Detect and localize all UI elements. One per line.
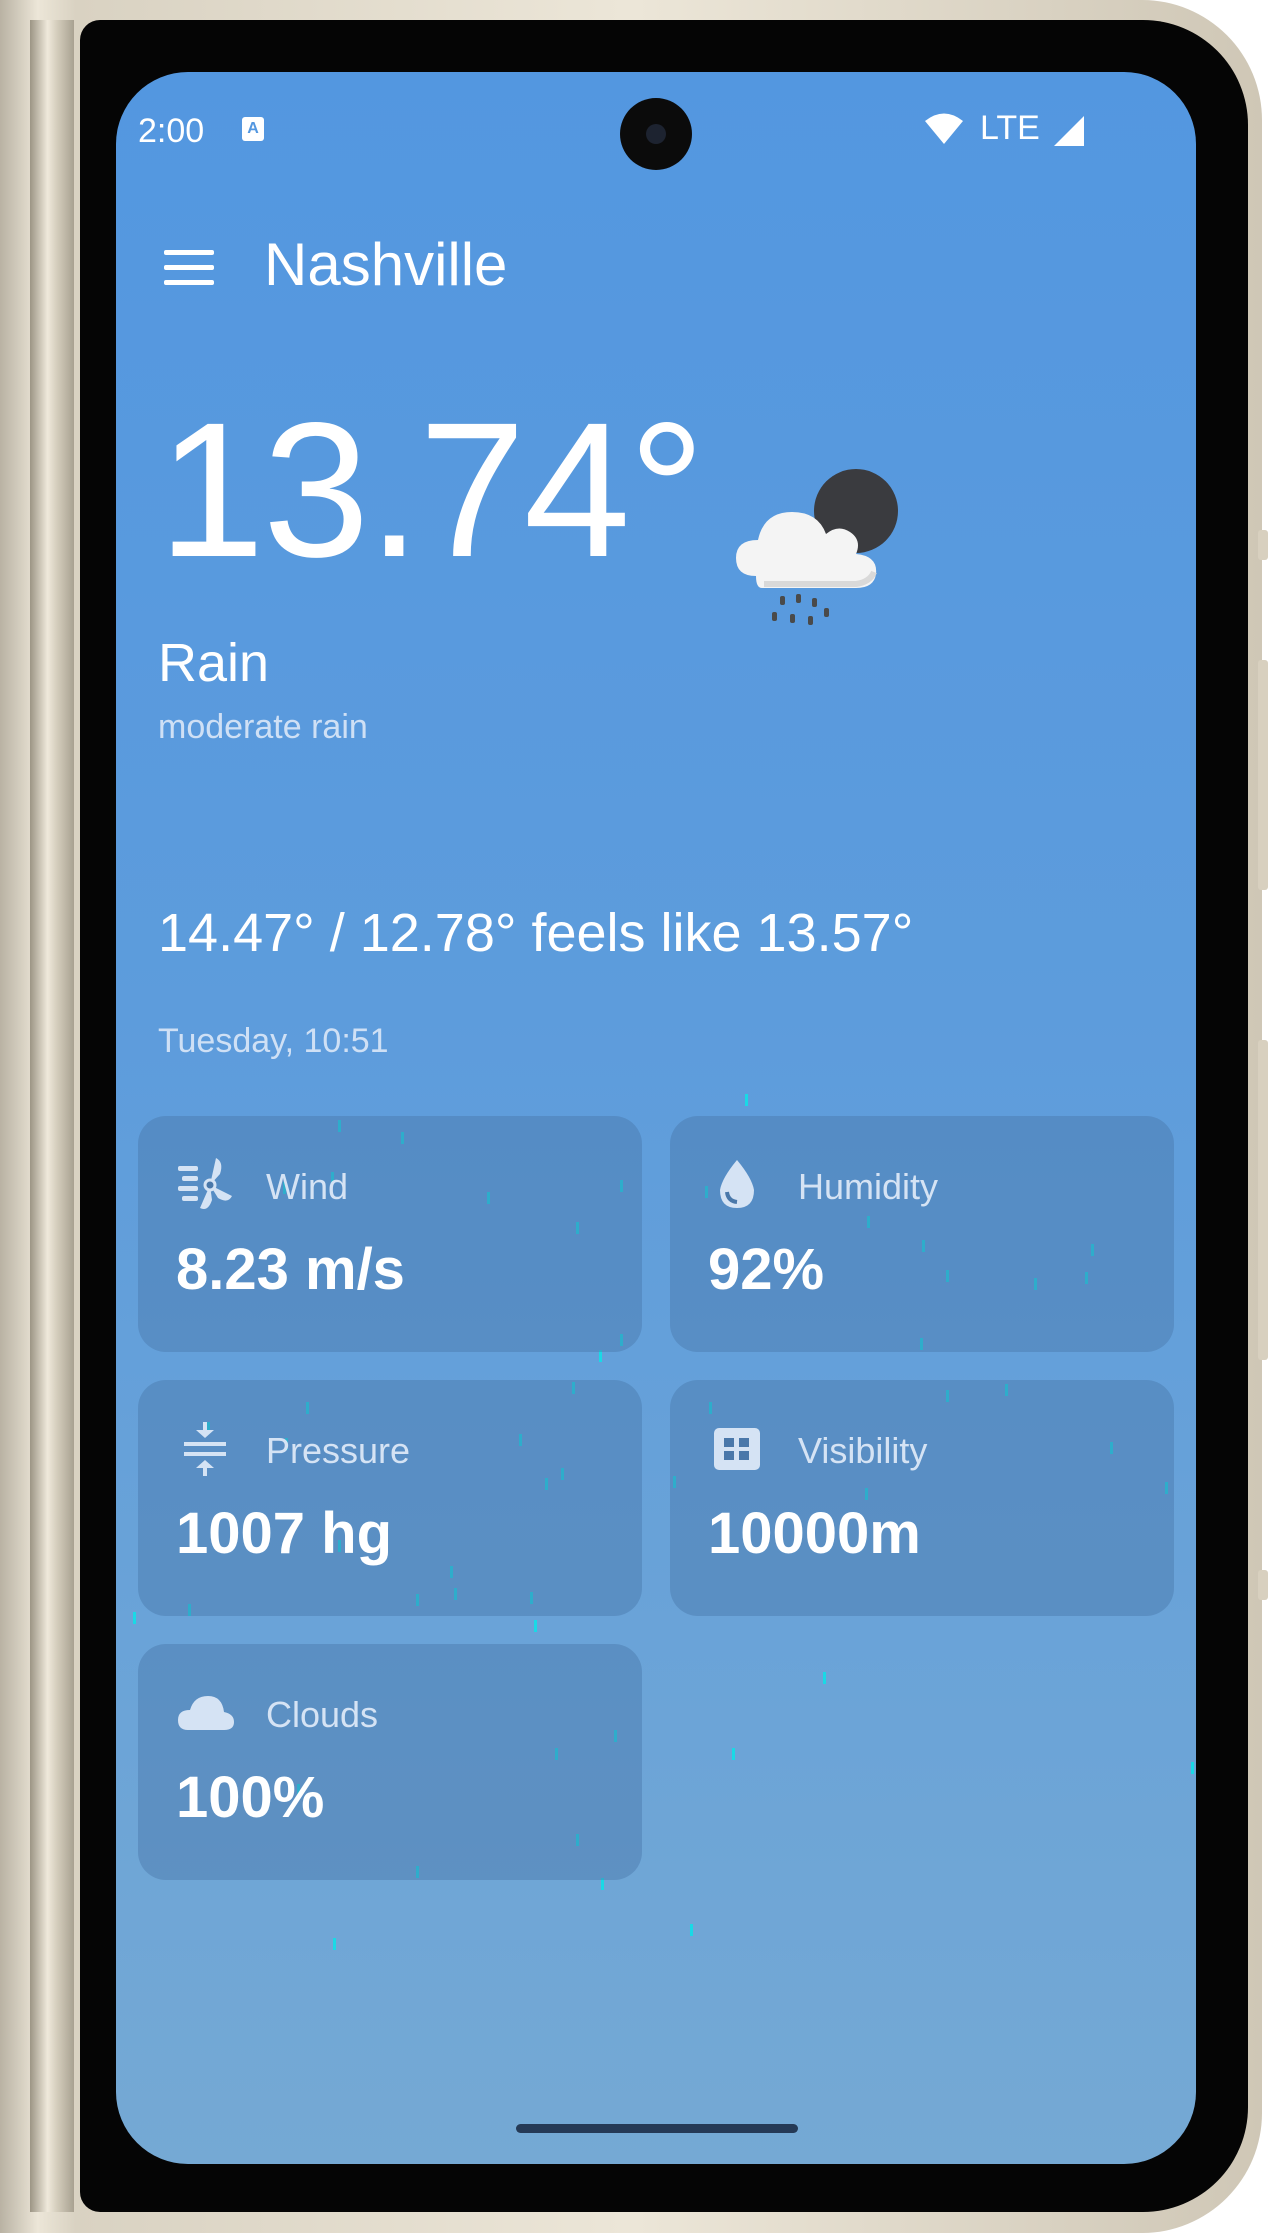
power-button [1258,1040,1268,1360]
cloud-moon-rain-icon [736,469,898,625]
clouds-label: Clouds [266,1694,379,1735]
wind-value: 8.23 m/s [176,1237,405,1302]
side-button [1258,1570,1268,1600]
gesture-home-bar[interactable] [516,2124,798,2133]
status-time: 2:00 [138,112,205,150]
humidity-label: Humidity [798,1166,939,1207]
raindrop [822,1672,826,1684]
raindrop [689,1924,693,1936]
current-temperature: 13.74° [158,382,705,597]
grid-view-icon [714,1428,760,1470]
date-time: Tuesday, 10:51 [158,1022,389,1060]
city-name: Nashville [264,231,508,298]
clouds-value: 100% [176,1765,325,1830]
raindrop [133,1612,137,1624]
weather-condition: Rain [158,633,270,693]
weather-description: moderate rain [158,708,368,746]
accessibility-icon: A [242,117,264,141]
min-max-feels-like: 14.47° / 12.78° feels like 13.57° [158,903,914,963]
raindrop [744,1094,748,1106]
wind-card: Wind 8.23 m/s [138,1116,642,1352]
pressure-compress-icon [184,1422,226,1476]
pressure-card: Pressure 1007 hg [138,1380,642,1616]
status-bar: 2:00 A LTE [116,72,1196,182]
signal-icon [1054,116,1084,146]
network-type-label: LTE [980,109,1040,147]
raindrop [1191,1762,1195,1774]
pressure-label: Pressure [266,1430,411,1471]
pressure-value: 1007 hg [176,1501,392,1566]
raindrop [731,1748,735,1760]
visibility-value: 10000m [708,1501,921,1566]
clouds-card: Clouds 100% [138,1644,642,1880]
side-button [1258,530,1268,560]
wind-turbine-icon [178,1158,232,1209]
app-screen: 2:00 A LTE Nashville 13.74° Rain moderat… [116,72,1196,2164]
water-drop-icon [720,1160,754,1208]
front-camera [620,98,692,170]
volume-button [1258,660,1268,890]
humidity-card: Humidity 92% [670,1116,1174,1352]
visibility-label: Visibility [798,1430,928,1471]
visibility-card: Visibility 10000m [670,1380,1174,1616]
raindrop [534,1620,537,1632]
raindrop [332,1938,336,1950]
wifi-icon [925,113,963,144]
humidity-value: 92% [708,1237,825,1302]
wind-label: Wind [266,1166,349,1207]
hamburger-menu-icon[interactable] [164,250,214,286]
device-hinge [30,20,74,2212]
cloud-icon [178,1696,234,1730]
